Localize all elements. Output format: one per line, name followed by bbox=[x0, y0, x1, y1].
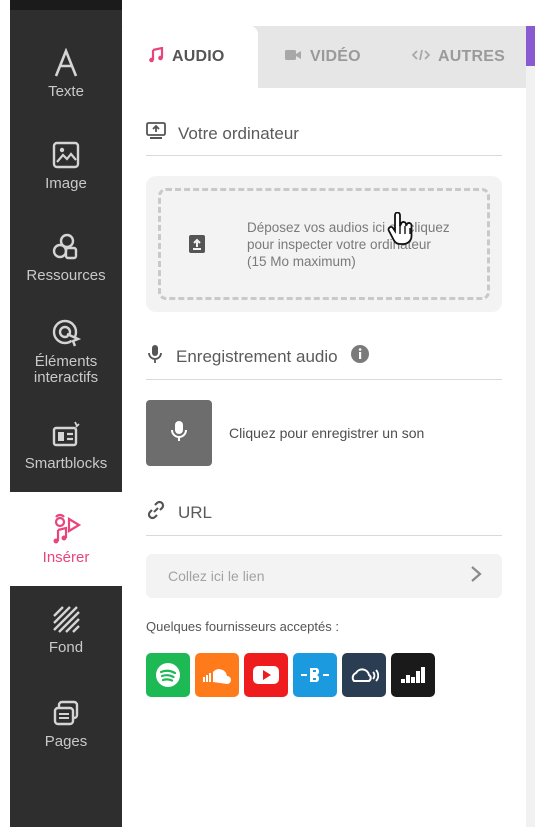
sidebar-item-label: Pages bbox=[44, 733, 88, 750]
sidebar-item-fond[interactable]: Fond bbox=[10, 602, 122, 672]
spotify-icon bbox=[146, 653, 190, 697]
upload-computer-icon bbox=[146, 122, 166, 145]
youtube-icon bbox=[244, 653, 288, 697]
microphone-icon bbox=[146, 344, 164, 369]
resources-icon bbox=[49, 230, 83, 264]
pages-icon bbox=[49, 696, 83, 730]
tab-autres[interactable]: AUTRES bbox=[411, 26, 505, 88]
panel-edge bbox=[526, 26, 535, 827]
video-camera-icon bbox=[284, 48, 302, 67]
dropzone-instructions: Déposez vos audios ici ou cliquez pour i… bbox=[247, 219, 450, 269]
tab-audio[interactable]: AUDIO bbox=[122, 26, 258, 88]
sidebar-item-label: Smartblocks bbox=[24, 455, 108, 472]
soundcloud-icon bbox=[195, 653, 239, 697]
sidebar-item-image[interactable]: Image bbox=[10, 138, 122, 208]
microphone-icon bbox=[169, 419, 189, 448]
tab-video[interactable]: VIDÉO bbox=[284, 26, 361, 88]
tab-label: VIDÉO bbox=[310, 48, 361, 65]
info-icon[interactable] bbox=[350, 344, 370, 369]
record-instructions[interactable]: Cliquez pour enregistrer un son bbox=[229, 425, 424, 441]
sidebar-item-label: Texte bbox=[48, 83, 84, 100]
sidebar-item-label: Ressources bbox=[26, 267, 106, 284]
sidebar-item-pages[interactable]: Pages bbox=[10, 696, 122, 766]
smartblocks-icon bbox=[49, 418, 83, 452]
sidebar-item-label: Image bbox=[45, 175, 87, 192]
chevron-right-icon[interactable] bbox=[470, 565, 482, 588]
insert-panel: AUDIO VIDÉO AUTRES Votre ordinateur Dépo… bbox=[122, 26, 526, 827]
sidebar-item-inserer[interactable]: Insérer bbox=[10, 492, 122, 586]
tab-label: AUDIO bbox=[172, 48, 225, 65]
providers-label: Quelques fournisseurs acceptés : bbox=[146, 619, 339, 634]
mixcloud-icon bbox=[342, 653, 386, 697]
computer-section-header: Votre ordinateur bbox=[146, 122, 502, 156]
sidebar-item-elements-interactifs[interactable]: Éléments interactifs bbox=[10, 316, 122, 392]
media-tabs: AUDIO VIDÉO AUTRES bbox=[122, 26, 526, 88]
sidebar-item-label: Éléments interactifs bbox=[33, 353, 99, 386]
insert-media-icon bbox=[49, 512, 83, 546]
image-icon bbox=[49, 138, 83, 172]
link-icon bbox=[146, 500, 166, 525]
upload-dropzone[interactable]: Déposez vos audios ici ou cliquez pour i… bbox=[158, 188, 490, 300]
url-section-header: URL bbox=[146, 500, 502, 536]
section-title: Votre ordinateur bbox=[178, 123, 299, 143]
url-input-container[interactable] bbox=[146, 554, 502, 598]
interactive-icon bbox=[49, 316, 83, 350]
background-icon bbox=[49, 602, 83, 636]
code-icon bbox=[411, 48, 431, 67]
app-frame: Texte Image Ressources Éléments interact… bbox=[0, 0, 535, 827]
section-title: Enregistrement audio bbox=[176, 346, 338, 366]
recording-section-header: Enregistrement audio bbox=[146, 344, 502, 380]
panel-side-tab[interactable] bbox=[526, 26, 535, 66]
tab-label: AUTRES bbox=[438, 48, 505, 65]
sidebar-item-label: Fond bbox=[48, 639, 84, 656]
hand-cursor-icon bbox=[387, 211, 415, 251]
deezer-icon bbox=[391, 653, 435, 697]
sidebar-item-ressources[interactable]: Ressources bbox=[10, 230, 122, 300]
provider-logos bbox=[146, 653, 435, 697]
text-icon bbox=[49, 46, 83, 80]
section-title: URL bbox=[178, 502, 213, 522]
music-note-icon bbox=[148, 46, 164, 68]
upload-dropzone-area[interactable]: Déposez vos audios ici ou cliquez pour i… bbox=[146, 176, 502, 312]
url-input[interactable] bbox=[168, 568, 428, 584]
bandcamp-icon bbox=[293, 653, 337, 697]
sidebar-item-label: Insérer bbox=[42, 549, 90, 566]
sidebar-item-texte[interactable]: Texte bbox=[10, 46, 122, 116]
record-audio-button[interactable] bbox=[146, 400, 212, 466]
upload-file-icon bbox=[161, 234, 233, 254]
sidebar-item-smartblocks[interactable]: Smartblocks bbox=[10, 418, 122, 482]
